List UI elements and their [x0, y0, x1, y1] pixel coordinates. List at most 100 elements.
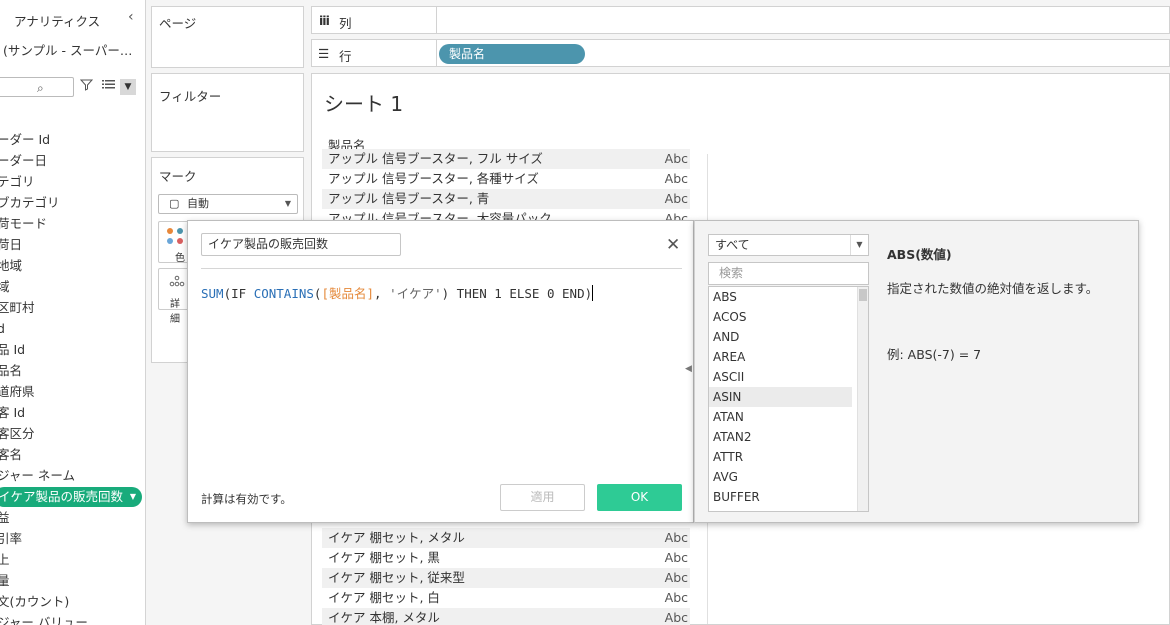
field-item[interactable]: ジャー バリュー [0, 613, 88, 625]
function-category-select[interactable]: すべて ▼ [708, 234, 869, 256]
field-label: イケア製品の販売回数 [0, 489, 124, 504]
field-label: ーダー日 [0, 153, 48, 168]
field-item[interactable]: 上 [0, 550, 10, 570]
sheet-title[interactable]: シート 1 [324, 88, 403, 117]
function-item[interactable]: BUFFER [709, 487, 852, 507]
table-row[interactable]: アップル 信号ブースター, 青 Abc [322, 189, 690, 209]
table-row[interactable]: イケア 本棚, メタル Abc [322, 608, 690, 625]
chevron-down-icon[interactable]: ▼ [120, 79, 136, 95]
product-name-cell: イケア 棚セット, 白 [328, 590, 440, 605]
function-item[interactable]: ASCII [709, 367, 852, 387]
function-item[interactable]: ATTR [709, 447, 852, 467]
field-item[interactable]: テゴリ [0, 172, 35, 192]
field-item[interactable]: ジャー ネーム [0, 466, 75, 486]
field-item-selected[interactable]: イケア製品の販売回数 ▼ [0, 487, 142, 507]
field-label: ジャー バリュー [0, 615, 88, 625]
field-item[interactable]: 区町村 [0, 298, 35, 318]
function-item[interactable]: ACOS [709, 307, 852, 327]
function-item[interactable]: ASIN [709, 387, 852, 407]
abc-cell: Abc [664, 151, 688, 166]
field-label: 地域 [0, 258, 23, 273]
detail-button[interactable]: 詳細 [158, 268, 190, 325]
calculation-name-input[interactable]: イケア製品の販売回数 [201, 233, 401, 256]
field-item[interactable]: 客名 [0, 445, 22, 465]
field-label: 量 [0, 573, 10, 588]
function-search-input[interactable]: 検索 [708, 262, 869, 285]
function-item[interactable]: ATAN [709, 407, 852, 427]
function-example: 例: ABS(-7) = 7 [887, 347, 982, 362]
calculation-status: 計算は有効です。 [201, 492, 292, 506]
field-label: 品名 [0, 363, 23, 378]
data-source-name[interactable]: (サンプル - スーパー… [3, 40, 132, 59]
field-item[interactable]: 地域 [0, 256, 22, 276]
field-label: 客名 [0, 447, 23, 462]
color-dots-icon [167, 228, 183, 244]
columns-shelf: iii 列 [311, 6, 1170, 34]
field-label: 上 [0, 552, 10, 567]
field-item[interactable]: 引率 [0, 529, 22, 549]
field-item[interactable]: 客区分 [0, 424, 35, 444]
field-item[interactable]: 品名 [0, 361, 22, 381]
field-item[interactable]: 客 Id [0, 403, 25, 423]
field-item[interactable]: 量 [0, 571, 10, 591]
product-name-cell: イケア 棚セット, 黒 [328, 550, 440, 565]
product-name-pill[interactable]: 製品名 [439, 44, 585, 64]
field-label: 区町村 [0, 300, 35, 315]
close-icon[interactable]: ✕ [666, 235, 680, 255]
field-item[interactable]: 道府県 [0, 382, 35, 402]
function-item[interactable]: ATAN2 [709, 427, 852, 447]
field-item[interactable]: 域 [0, 277, 10, 297]
search-icon: ⌕ [37, 81, 44, 95]
field-label: 道府県 [0, 384, 35, 399]
table-row[interactable]: アップル 信号ブースター, フル サイズ Abc [322, 149, 690, 169]
field-label: 文(カウント) [0, 594, 70, 609]
table-row[interactable]: イケア 棚セット, 白 Abc [322, 588, 690, 608]
function-item[interactable]: AND [709, 327, 852, 347]
text-cursor [592, 285, 594, 301]
analytics-tab[interactable]: アナリティクス [14, 11, 100, 30]
rows-drop-area[interactable]: 製品名 [437, 39, 1170, 67]
filters-shelf[interactable]: フィルター [151, 73, 304, 152]
apply-button[interactable]: 適用 [500, 484, 585, 511]
table-row[interactable]: イケア 棚セット, 従来型 Abc [322, 568, 690, 588]
field-item[interactable]: ーダー日 [0, 151, 47, 171]
filter-icon[interactable] [79, 78, 94, 95]
field-label: 引率 [0, 531, 23, 546]
function-item[interactable]: AVG [709, 467, 852, 487]
columns-drop-area[interactable] [437, 6, 1170, 34]
collapse-triangle-icon[interactable]: ◀ [685, 364, 692, 374]
field-label: 客 Id [0, 405, 26, 420]
abc-cell: Abc [664, 171, 688, 186]
field-item[interactable]: d [0, 319, 5, 339]
table-row[interactable]: イケア 棚セット, メタル Abc [322, 528, 690, 548]
field-item[interactable]: 荷日 [0, 235, 22, 255]
field-item[interactable]: 益 [0, 508, 10, 528]
table-row[interactable]: アップル 信号ブースター, 各種サイズ Abc [322, 169, 690, 189]
ok-button[interactable]: OK [597, 484, 682, 511]
function-item[interactable]: ABS [709, 287, 852, 307]
field-item[interactable]: ーダー Id [0, 130, 50, 150]
columns-shelf-label: iii 列 [311, 6, 437, 34]
function-list-scrollbar[interactable] [857, 287, 868, 511]
pages-shelf[interactable]: ページ [151, 6, 304, 68]
list-view-icon[interactable] [102, 78, 115, 93]
field-label: d [0, 321, 5, 336]
function-list[interactable]: BUFFER AVG ATTR ATAN2 ATAN ASIN ASCII AREA AND AC… [708, 286, 869, 512]
abc-cell: Abc [664, 610, 688, 625]
field-item[interactable]: 品 Id [0, 340, 25, 360]
scrollbar-thumb[interactable] [859, 289, 867, 301]
table-row[interactable]: イケア 棚セット, 黒 Abc [322, 548, 690, 568]
formula-editor[interactable]: SUM(IF CONTAINS([製品名], 'イケア') THEN 1 ELS… [201, 283, 594, 302]
field-label: 荷モード [0, 216, 48, 231]
field-item[interactable]: ブカテゴリ [0, 193, 60, 213]
chevron-left-icon[interactable]: ‹ [128, 9, 134, 25]
function-item[interactable]: AREA [709, 347, 852, 367]
formula-field: [製品名] [321, 286, 374, 301]
field-item[interactable]: 荷モード [0, 214, 47, 234]
product-name-cell: アップル 信号ブースター, 青 [328, 191, 490, 206]
color-button[interactable]: 色 [158, 221, 190, 264]
field-item[interactable]: 文(カウント) [0, 592, 69, 612]
field-search-input[interactable]: ⌕ [0, 77, 74, 97]
chevron-down-icon[interactable]: ▼ [130, 487, 136, 507]
mark-type-select[interactable]: ▢ 自動 ▼ [158, 194, 298, 214]
